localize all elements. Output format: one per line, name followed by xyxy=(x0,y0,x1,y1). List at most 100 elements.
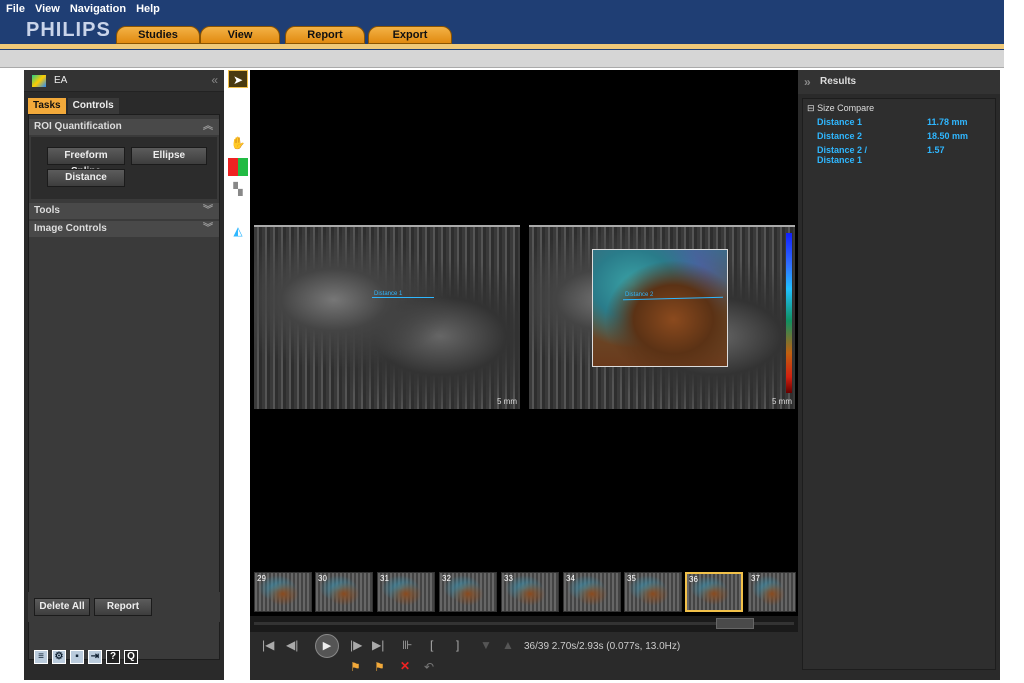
down-arrow-icon[interactable]: ▼ xyxy=(480,638,492,652)
header: File View Navigation Help PHILIPS Studie… xyxy=(0,0,1004,50)
tab-studies[interactable]: Studies xyxy=(116,26,200,44)
layout-icon[interactable]: ▚ xyxy=(228,180,248,198)
ultrasound-image-left[interactable]: Distance 1 5 mm xyxy=(254,225,520,409)
menu-file[interactable]: File xyxy=(6,3,25,15)
distance-line-1[interactable] xyxy=(372,297,434,298)
section-tools[interactable]: Tools ︾ xyxy=(29,203,219,219)
roi-button-group: Freeform Spline Ellipse Distance xyxy=(31,137,217,199)
delete-all-button[interactable]: Delete All xyxy=(34,598,90,616)
distance-label-1: Distance 1 xyxy=(374,291,403,297)
color-scale-bar xyxy=(786,233,792,393)
pan-zoom-icon[interactable]: ✥ xyxy=(228,94,248,112)
sub-toolbar xyxy=(0,50,1004,68)
q-icon[interactable]: Q xyxy=(124,650,138,664)
ellipse-button[interactable]: Ellipse xyxy=(131,147,207,165)
exit-icon[interactable]: ⇥ xyxy=(88,650,102,664)
thumbnail[interactable]: 33 xyxy=(501,572,559,612)
thumbnail[interactable]: 29 xyxy=(254,572,312,612)
play-button[interactable]: ▶ xyxy=(315,634,339,658)
scrubber-track xyxy=(254,622,794,625)
list-icon[interactable]: ≡ xyxy=(34,650,48,664)
collapse-box-icon: ⊟ xyxy=(807,103,815,113)
result-label: Distance 2 / xyxy=(817,145,868,155)
edit-icon[interactable]: ✎ xyxy=(228,202,248,220)
results-panel: » Results ⊟ Size Compare Distance 1 11.7… xyxy=(798,70,1000,680)
menu-view[interactable]: View xyxy=(35,3,60,15)
section-label: Tools xyxy=(34,205,60,216)
undo-icon[interactable]: ↶ xyxy=(424,660,434,674)
step-back-icon[interactable]: ◀| xyxy=(286,638,298,652)
settings-icon[interactable]: ⚙ xyxy=(52,650,66,664)
mark-out-icon[interactable]: ] xyxy=(456,638,459,652)
timeline-scrubber[interactable] xyxy=(250,616,798,632)
thumbnail[interactable]: 32 xyxy=(439,572,497,612)
contrast-icon[interactable]: ◭ xyxy=(228,222,248,240)
freeform-spline-button[interactable]: Freeform Spline xyxy=(47,147,125,177)
tab-report[interactable]: Report xyxy=(285,26,365,44)
scale-label-right: 5 mm xyxy=(772,397,792,406)
menu-bar: File View Navigation Help xyxy=(6,3,160,15)
pointer-icon[interactable]: ➤ xyxy=(228,70,248,88)
result-label: Distance 2 xyxy=(817,131,863,141)
hand-icon[interactable]: ✋ xyxy=(228,134,248,152)
menu-help[interactable]: Help xyxy=(136,3,160,15)
help-icon[interactable]: ? xyxy=(106,650,120,664)
menu-navigation[interactable]: Navigation xyxy=(70,3,126,15)
last-frame-icon[interactable]: ▶| xyxy=(372,638,384,652)
tab-tasks[interactable]: Tasks xyxy=(28,98,66,114)
first-frame-icon[interactable]: |◀ xyxy=(262,638,274,652)
thumbnail[interactable]: 35 xyxy=(624,572,682,612)
result-label: Distance 1 xyxy=(817,155,863,165)
tab-view[interactable]: View xyxy=(200,26,280,44)
collapse-left-icon[interactable]: « xyxy=(211,73,218,87)
result-label: Distance 1 xyxy=(817,117,863,127)
thumbnail[interactable]: 34 xyxy=(563,572,621,612)
expand-right-icon[interactable]: » xyxy=(804,70,811,94)
magnify-icon[interactable]: ⌕ xyxy=(228,114,248,132)
tab-export[interactable]: Export xyxy=(368,26,452,44)
elastography-roi[interactable]: Distance 2 xyxy=(592,249,728,367)
chevron-down-icon: ︾ xyxy=(203,223,213,234)
loop-start-icon[interactable]: ⚑ xyxy=(350,660,361,674)
section-roi-quantification[interactable]: ROI Quantification ︽ xyxy=(29,119,219,135)
mark-in-icon[interactable]: [ xyxy=(430,638,433,652)
tab-controls[interactable]: Controls xyxy=(67,98,119,114)
scrubber-handle[interactable] xyxy=(716,618,754,629)
section-label: Image Controls xyxy=(34,223,107,234)
thumbnail-selected[interactable]: 36 xyxy=(685,572,743,612)
app-window: File View Navigation Help PHILIPS Studie… xyxy=(0,0,1024,683)
tool-strip: ➤ ✥ ⌕ ✋ ▚ ✎ ◭ xyxy=(227,70,249,250)
results-title: Results xyxy=(820,76,857,87)
distance-label-2: Distance 2 xyxy=(625,292,654,298)
chevron-down-icon: ︾ xyxy=(203,205,213,216)
loop-end-icon[interactable]: ⚑ xyxy=(374,660,385,674)
up-arrow-icon[interactable]: ▲ xyxy=(502,638,514,652)
group-label: Size Compare xyxy=(817,103,875,113)
step-forward-icon[interactable]: |▶ xyxy=(350,638,362,652)
report-button[interactable]: Report xyxy=(94,598,152,616)
save-icon[interactable]: ▪ xyxy=(70,650,84,664)
scale-label-left: 5 mm xyxy=(497,397,517,406)
distance-button[interactable]: Distance xyxy=(47,169,125,187)
section-label: ROI Quantification xyxy=(34,121,122,132)
panel-title-bar: EA « xyxy=(24,70,224,92)
brand-logo: PHILIPS xyxy=(26,19,111,41)
results-title-bar: » Results xyxy=(798,70,1000,94)
thumbnail-strip: 29 30 31 32 33 34 35 36 37 xyxy=(250,568,798,616)
result-value: 18.50 mm xyxy=(927,131,969,141)
panel-tabs: Tasks Controls xyxy=(28,98,119,114)
thumbnail[interactable]: 31 xyxy=(377,572,435,612)
delete-icon[interactable]: ✕ xyxy=(400,659,410,673)
section-image-controls[interactable]: Image Controls ︾ xyxy=(29,221,219,237)
bottom-button-bar: Delete All Report xyxy=(28,592,220,622)
thumbnail[interactable]: 30 xyxy=(315,572,373,612)
image-viewer[interactable]: Distance 1 5 mm 5 mm Distance 2 xyxy=(250,70,798,568)
playback-controls: |◀ ◀| ▶ |▶ ▶| ⊪ [ ] ▼ ▲ 36/39 2.70s/2.93… xyxy=(250,632,798,680)
result-value: 1.57 xyxy=(927,145,945,155)
bottom-icon-bar: ≡ ⚙ ▪ ⇥ ? Q xyxy=(34,650,138,664)
task-panel: ROI Quantification ︽ Freeform Spline Ell… xyxy=(28,114,220,660)
size-compare-group[interactable]: ⊟ Size Compare xyxy=(807,103,874,114)
split-icon[interactable]: ⊪ xyxy=(402,638,412,652)
color-map-icon[interactable] xyxy=(228,158,248,176)
thumbnail[interactable]: 37 xyxy=(748,572,796,612)
